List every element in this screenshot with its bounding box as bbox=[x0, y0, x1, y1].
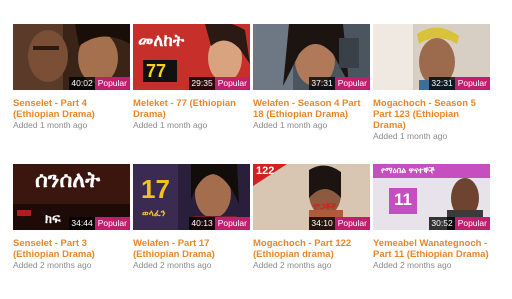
video-title[interactable]: Senselet - Part 4 (Ethiopian Drama) bbox=[13, 98, 131, 120]
thumbnail-episode-number: 122 bbox=[256, 165, 275, 177]
video-thumbnail[interactable]: 122 ሞጋቾች 34:10 Popular bbox=[253, 164, 370, 230]
video-thumbnail[interactable]: መለከት 77 29:35 Popular bbox=[133, 24, 250, 90]
video-title[interactable]: Senselet - Part 3 (Ethiopian Drama) bbox=[13, 238, 131, 260]
video-added-date: Added 2 months ago bbox=[133, 260, 212, 270]
popular-badge: Popular bbox=[94, 217, 130, 230]
video-added-date: Added 1 month ago bbox=[373, 131, 448, 141]
video-duration: 34:10 bbox=[309, 217, 335, 230]
thumbnail-show-title: መለከት bbox=[138, 31, 185, 50]
video-duration: 37:31 bbox=[309, 77, 335, 90]
video-added-date: Added 1 month ago bbox=[13, 120, 88, 130]
thumbnail-show-title: ሰንሰለት bbox=[35, 167, 101, 192]
video-added-date: Added 2 months ago bbox=[253, 260, 332, 270]
video-added-date: Added 2 months ago bbox=[13, 260, 92, 270]
popular-badge: Popular bbox=[454, 217, 490, 230]
video-card[interactable]: ሰንሰለት ክፍ 34:44 Popular Senselet - Part 3… bbox=[13, 164, 131, 271]
video-added-date: Added 1 month ago bbox=[253, 120, 328, 130]
video-thumbnail[interactable]: የማዕበል ዋናተኞች 11 30:52 Popular bbox=[373, 164, 490, 230]
video-card[interactable]: የማዕበል ዋናተኞች 11 30:52 Popular Yemeabel Wa… bbox=[373, 164, 491, 271]
video-thumbnail[interactable]: 37:31 Popular bbox=[253, 24, 370, 90]
video-title[interactable]: Mogachoch - Season 5 Part 123 (Ethiopian… bbox=[373, 98, 491, 131]
popular-badge: Popular bbox=[454, 77, 490, 90]
thumbnail-show-title: ወላፈን bbox=[142, 208, 166, 218]
video-card[interactable]: 17 ወላፈን 40:13 Popular Welafen - Part 17 … bbox=[133, 164, 251, 271]
video-duration: 29:35 bbox=[189, 77, 215, 90]
thumbnail-show-title: የማዕበል ዋናተኞች bbox=[381, 166, 435, 175]
video-duration: 34:44 bbox=[69, 217, 95, 230]
video-card[interactable]: መለከት 77 29:35 Popular Meleket - 77 (Ethi… bbox=[133, 24, 251, 131]
thumbnail-episode-number: 17 bbox=[141, 174, 170, 204]
thumbnail-episode-number: 11 bbox=[394, 190, 412, 209]
video-title[interactable]: Meleket - 77 (Ethiopian Drama) bbox=[133, 98, 251, 120]
popular-badge: Popular bbox=[334, 77, 370, 90]
video-card[interactable]: 122 ሞጋቾች 34:10 Popular Mogachoch - Part … bbox=[253, 164, 371, 271]
video-thumbnail[interactable]: ሰንሰለት ክፍ 34:44 Popular bbox=[13, 164, 130, 230]
video-added-date: Added 2 months ago bbox=[373, 260, 452, 270]
video-duration: 30:52 bbox=[429, 217, 455, 230]
video-title[interactable]: Welafen - Season 4 Part 18 (Ethiopian Dr… bbox=[253, 98, 371, 120]
popular-badge: Popular bbox=[94, 77, 130, 90]
video-title[interactable]: Welafen - Part 17 (Ethiopian Drama) bbox=[133, 238, 251, 260]
video-duration: 32:31 bbox=[429, 77, 455, 90]
thumbnail-show-title: ሞጋቾች bbox=[313, 202, 337, 211]
video-card[interactable]: 40:02 Popular Senselet - Part 4 (Ethiopi… bbox=[13, 24, 131, 131]
thumbnail-episode-number: 77 bbox=[146, 61, 167, 81]
popular-badge: Popular bbox=[214, 217, 250, 230]
video-duration: 40:13 bbox=[189, 217, 215, 230]
video-card[interactable]: 37:31 Popular Welafen - Season 4 Part 18… bbox=[253, 24, 371, 131]
video-title[interactable]: Mogachoch - Part 122 (Ethiopian drama) bbox=[253, 238, 371, 260]
popular-badge: Popular bbox=[214, 77, 250, 90]
video-added-date: Added 1 month ago bbox=[133, 120, 208, 130]
video-thumbnail[interactable]: 32:31 Popular bbox=[373, 24, 490, 90]
video-thumbnail[interactable]: 40:02 Popular bbox=[13, 24, 130, 90]
video-thumbnail[interactable]: 17 ወላፈን 40:13 Popular bbox=[133, 164, 250, 230]
video-card[interactable]: 32:31 Popular Mogachoch - Season 5 Part … bbox=[373, 24, 491, 142]
video-duration: 40:02 bbox=[69, 77, 95, 90]
popular-badge: Popular bbox=[334, 217, 370, 230]
video-title[interactable]: Yemeabel Wanategnoch - Part 11 (Ethiopia… bbox=[373, 238, 491, 260]
thumbnail-episode-label: ክፍ bbox=[45, 211, 61, 226]
